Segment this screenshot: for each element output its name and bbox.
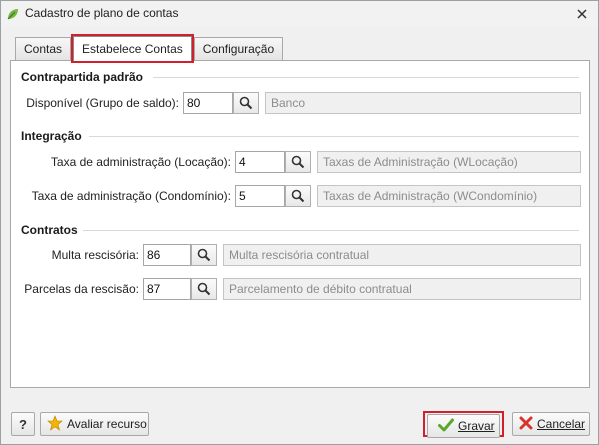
multa-description: Multa rescisória contratual bbox=[223, 244, 581, 266]
section-divider bbox=[83, 230, 579, 231]
help-icon: ? bbox=[19, 416, 27, 432]
search-button[interactable] bbox=[285, 151, 311, 173]
dialog-window: Cadastro de plano de contas Contas Estab… bbox=[0, 0, 599, 445]
row-taxa-condominio: Taxa de administração (Condomínio): Taxa… bbox=[11, 185, 591, 207]
cancelar-label: Cancelar bbox=[537, 417, 586, 431]
tab-contas[interactable]: Contas bbox=[15, 37, 72, 60]
tab-label: Estabelece Contas bbox=[82, 42, 183, 56]
parcelas-description: Parcelamento de débito contratual bbox=[223, 278, 581, 300]
taxa-locacao-description: Taxas de Administração (WLocação) bbox=[317, 151, 581, 173]
search-button[interactable] bbox=[191, 278, 217, 300]
search-button[interactable] bbox=[233, 92, 259, 114]
search-button[interactable] bbox=[191, 244, 217, 266]
row-taxa-locacao: Taxa de administração (Locação): Taxas d… bbox=[11, 151, 591, 173]
avaliar-recurso-button[interactable]: Avaliar recurso bbox=[40, 412, 149, 436]
multa-code-input[interactable] bbox=[143, 244, 191, 266]
disponivel-code-input[interactable] bbox=[183, 92, 233, 114]
cancel-x-icon bbox=[519, 416, 533, 433]
search-icon bbox=[239, 96, 253, 110]
section-divider bbox=[153, 77, 579, 78]
tab-bar: Contas Estabelece Contas Configuração bbox=[15, 34, 285, 63]
tab-label: Configuração bbox=[202, 42, 275, 56]
search-icon bbox=[291, 155, 305, 169]
taxa-condominio-code-input[interactable] bbox=[235, 185, 285, 207]
help-button[interactable]: ? bbox=[11, 412, 35, 436]
check-icon bbox=[438, 418, 454, 435]
window-title: Cadastro de plano de contas bbox=[25, 6, 179, 20]
field-label: Disponível (Grupo de saldo): bbox=[26, 96, 179, 110]
row-multa-rescisoria: Multa rescisória: Multa rescisória contr… bbox=[11, 244, 591, 266]
close-button[interactable] bbox=[574, 6, 590, 22]
search-button[interactable] bbox=[285, 185, 311, 207]
row-disponivel: Disponível (Grupo de saldo): Banco bbox=[11, 92, 591, 114]
disponivel-description: Banco bbox=[265, 92, 581, 114]
section-title-contrapartida: Contrapartida padrão bbox=[21, 70, 144, 84]
taxa-locacao-code-input[interactable] bbox=[235, 151, 285, 173]
gravar-button[interactable]: Gravar bbox=[427, 414, 500, 438]
tab-estabelece-contas[interactable]: Estabelece Contas bbox=[71, 34, 194, 63]
cancelar-button[interactable]: Cancelar bbox=[512, 412, 590, 436]
gravar-label: Gravar bbox=[458, 419, 495, 433]
search-icon bbox=[197, 282, 211, 296]
row-parcelas-rescisao: Parcelas da rescisão: Parcelamento de dé… bbox=[11, 278, 591, 300]
taxa-condominio-description: Taxas de Administração (WCondomínio) bbox=[317, 185, 581, 207]
tab-label: Contas bbox=[24, 42, 63, 56]
search-icon bbox=[291, 189, 305, 203]
parcelas-code-input[interactable] bbox=[143, 278, 191, 300]
section-title-contratos: Contratos bbox=[21, 223, 78, 237]
tab-configuracao[interactable]: Configuração bbox=[193, 37, 284, 60]
star-icon bbox=[47, 414, 63, 434]
section-title-integracao: Integração bbox=[21, 129, 82, 143]
field-label: Multa rescisória: bbox=[51, 248, 139, 262]
avaliar-label: Avaliar recurso bbox=[67, 417, 147, 431]
field-label: Parcelas da rescisão: bbox=[24, 282, 139, 296]
title-bar: Cadastro de plano de contas bbox=[1, 1, 598, 27]
tab-panel: Contrapartida padrão Disponível (Grupo d… bbox=[10, 60, 590, 388]
close-icon bbox=[577, 9, 587, 19]
field-label: Taxa de administração (Locação): bbox=[50, 155, 231, 169]
search-icon bbox=[197, 248, 211, 262]
leaf-icon bbox=[6, 7, 20, 21]
section-divider bbox=[89, 136, 579, 137]
field-label: Taxa de administração (Condomínio): bbox=[31, 189, 231, 203]
